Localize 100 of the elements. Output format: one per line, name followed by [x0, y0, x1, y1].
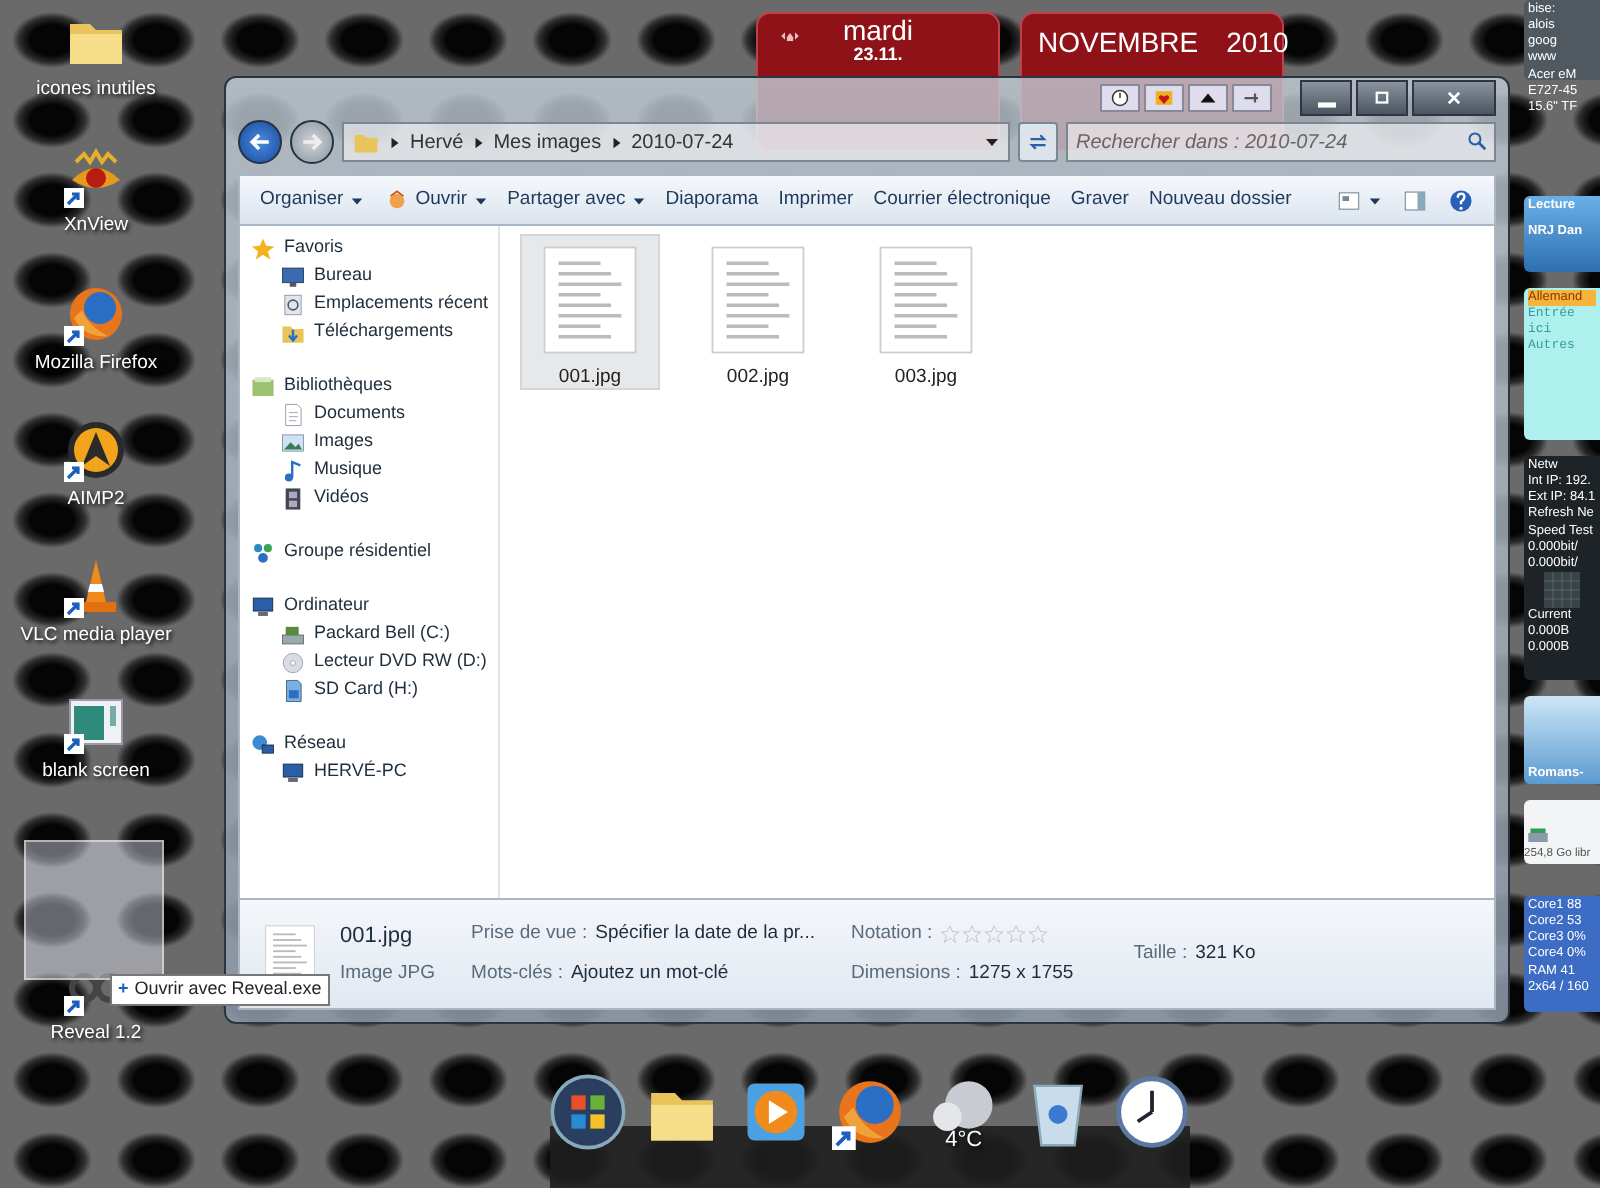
- toolbar-button[interactable]: Courrier électronique: [865, 181, 1059, 219]
- field-value[interactable]: 1275 x 1755: [968, 960, 1074, 989]
- nav-item[interactable]: Vidéos: [240, 484, 498, 512]
- day-name: mardi: [842, 16, 913, 47]
- nav-item[interactable]: Groupe résidentiel: [240, 538, 498, 566]
- gadget-button[interactable]: [1100, 84, 1140, 112]
- nav-item[interactable]: Documents: [240, 400, 498, 428]
- disc-icon: [64, 417, 128, 482]
- computer-icon: [280, 759, 306, 785]
- breadcrumb-item[interactable]: 2010-07-24: [631, 127, 734, 157]
- nav-item[interactable]: Packard Bell (C:): [240, 620, 498, 648]
- icon-label: VLC media player: [20, 622, 172, 650]
- chevron-icon: [388, 135, 402, 149]
- music-note-icon: [280, 457, 306, 483]
- nav-item[interactable]: Images: [240, 428, 498, 456]
- view-icon: [1336, 187, 1362, 213]
- network-icon: [250, 731, 276, 757]
- drag-preview: [24, 840, 164, 980]
- alarm-clock-icon: [1108, 86, 1132, 110]
- icon-label: XnView: [63, 212, 129, 241]
- nav-item[interactable]: Réseau: [240, 730, 498, 758]
- star-icon: [1028, 923, 1049, 944]
- drive-icon: [1524, 823, 1552, 848]
- month-name: NOVEMBRE: [1038, 24, 1199, 62]
- image-icon: [280, 429, 306, 455]
- field-label: Dimensions :: [850, 960, 961, 988]
- star-rating[interactable]: [940, 923, 1049, 944]
- date-text: 23.11.: [853, 46, 903, 67]
- field-value[interactable]: Spécifier la date de la pr...: [595, 919, 815, 948]
- icon-label: Mozilla Firefox: [34, 349, 158, 377]
- file-item[interactable]: 001.jpg: [520, 234, 660, 390]
- gadget-button[interactable]: [1188, 84, 1228, 112]
- search-field[interactable]: Rechercher dans : 2010-07-24: [1066, 122, 1496, 162]
- field-value[interactable]: Ajoutez un mot-clé: [570, 960, 729, 989]
- nav-item[interactable]: Téléchargements: [240, 318, 498, 346]
- toolbar-button[interactable]: Diaporama: [657, 181, 767, 219]
- maximize-button[interactable]: [1356, 80, 1408, 116]
- minimize-icon: [1317, 101, 1335, 107]
- nav-item[interactable]: SD Card (H:): [240, 676, 498, 704]
- nav-item[interactable]: Bureau: [240, 262, 498, 290]
- field-label: Mots-clés :: [471, 960, 563, 988]
- field-value[interactable]: 321 Ko: [1195, 939, 1256, 969]
- nav-item[interactable]: Bibliothèques: [240, 372, 498, 400]
- toolbar-button[interactable]: Graver: [1062, 181, 1137, 219]
- star-icon: [962, 923, 983, 944]
- disc-icon: [280, 649, 306, 675]
- field-label: Notation :: [850, 919, 933, 948]
- film-icon: [280, 485, 306, 511]
- file-item[interactable]: 002.jpg: [688, 234, 828, 390]
- dock-item[interactable]: [550, 1072, 628, 1152]
- start-orb-icon: [550, 1074, 627, 1150]
- dock-item[interactable]: [1112, 1072, 1191, 1152]
- back-button[interactable]: [238, 120, 282, 164]
- close-button[interactable]: [1412, 80, 1496, 116]
- nav-item[interactable]: Ordinateur: [240, 592, 498, 620]
- file-type: Image JPG: [340, 960, 436, 989]
- preview-pane-icon: [1402, 187, 1428, 213]
- star-icon: [250, 235, 276, 261]
- chevron-icon: [471, 135, 486, 149]
- icon-label: icones inutiles: [36, 76, 156, 104]
- dock-item[interactable]: 4°C: [924, 1072, 1003, 1152]
- forward-button[interactable]: [290, 120, 334, 164]
- file-item[interactable]: 003.jpg: [856, 234, 996, 390]
- address-bar[interactable]: Hervé Mes images 2010-07-24: [342, 122, 1010, 162]
- close-icon: [1442, 86, 1466, 110]
- search-icon: [1466, 130, 1488, 152]
- star-icon: [984, 923, 1005, 944]
- star-icon: [1006, 923, 1027, 944]
- forward-arrow-icon: [298, 128, 326, 156]
- icon-label: AIMP2: [67, 485, 125, 514]
- star-icon: [940, 923, 961, 944]
- nav-item[interactable]: HERVÉ-PC: [240, 758, 498, 786]
- breadcrumb-item[interactable]: Mes images: [493, 127, 602, 157]
- nav-item[interactable]: Emplacements récent: [240, 290, 498, 318]
- breadcrumb-item[interactable]: Hervé: [410, 127, 464, 157]
- recent-places-icon: [280, 291, 306, 317]
- people-icon: [250, 539, 276, 565]
- nav-item[interactable]: Lecteur DVD RW (D:): [240, 648, 498, 676]
- maximize-icon: [1370, 86, 1394, 110]
- computer-icon: [250, 593, 276, 619]
- tooltip-text: Ouvrir avec Reveal.exe: [134, 976, 322, 1002]
- clock-icon: [1113, 1074, 1190, 1150]
- nav-item[interactable]: Favoris: [240, 234, 498, 262]
- field-label: Prise de vue :: [471, 919, 588, 948]
- nav-item[interactable]: Musique: [240, 456, 498, 484]
- toolbar-button[interactable]: Ouvrir: [375, 181, 496, 219]
- library-icon: [250, 373, 276, 399]
- toolbar-button[interactable]: Nouveau dossier: [1140, 181, 1300, 219]
- help-icon: [1448, 187, 1474, 213]
- toolbar-button[interactable]: Partager avec: [499, 181, 654, 219]
- minimize-button[interactable]: [1300, 80, 1352, 116]
- toolbar-button[interactable]: Organiser: [252, 181, 372, 219]
- refresh-button[interactable]: [1018, 122, 1058, 162]
- monitor-icon: [280, 263, 306, 289]
- caret-icon: [1368, 193, 1382, 207]
- back-arrow-icon: [246, 128, 274, 156]
- chevron-icon: [609, 135, 624, 149]
- toolbar-button[interactable]: Imprimer: [770, 181, 862, 219]
- drive-icon: [280, 621, 306, 647]
- file-name: 001.jpg: [340, 921, 415, 952]
